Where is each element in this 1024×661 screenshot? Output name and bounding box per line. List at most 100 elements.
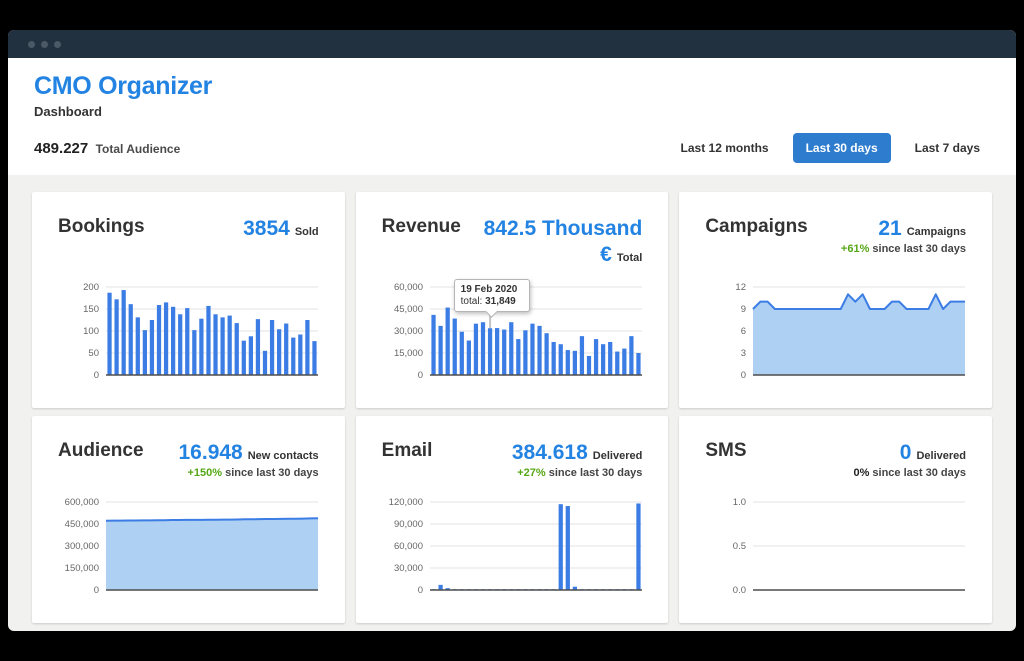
range-selector: Last 12 months Last 30 days Last 7 days [671, 133, 990, 163]
metric-unit: Delivered [916, 450, 966, 462]
axis-tick-label: 100 [83, 326, 99, 337]
axis-tick-label: 30,000 [394, 563, 423, 574]
window-dot-icon[interactable] [28, 40, 35, 48]
card-metrics: 842.5 Thousand € Total [461, 216, 643, 269]
window-dot-icon[interactable] [54, 40, 61, 48]
axis-tick-label: 120,000 [388, 497, 422, 508]
card-email: Email 384.618 Delivered +27% since last 30 … [355, 416, 669, 623]
card-header: Campaigns 21 Campaigns +61% since last 30 d… [705, 216, 966, 257]
card-metrics: 3854 Sold [243, 216, 319, 242]
page-subtitle: Dashboard [34, 104, 102, 119]
range-button-last-7-days[interactable]: Last 7 days [905, 133, 990, 163]
delta-value: +27% [517, 467, 546, 480]
metric-unit: New contacts [247, 450, 319, 462]
delta-value: 0% [853, 467, 870, 480]
card-header: Audience 16.948 New contacts +150% since la… [58, 440, 319, 481]
axis-tick-label: 15,000 [394, 348, 423, 359]
card-metrics: 384.618 Delivered +27% since last 30 days [512, 440, 642, 481]
card-sms: SMS 0 Delivered 0% since last 30 days 0.0 0.5… [679, 416, 992, 623]
card-header: Bookings 3854 Sold [58, 216, 319, 242]
chart-area-email: 0 30,000 60,000 90,000 120,000 [380, 494, 646, 609]
card-metrics: 0 Delivered 0% since last 30 days [853, 440, 966, 481]
chart-line[interactable]: 0.0 0.5 1.0 [703, 494, 969, 604]
axis-tick-label: 150,000 [65, 563, 99, 574]
axis-tick-label: 600,000 [65, 497, 99, 508]
delta-value: +61% [840, 243, 870, 256]
chart-bar[interactable]: 0 30,000 60,000 90,000 120,000 [380, 494, 646, 604]
metric-unit: Campaigns [906, 226, 966, 238]
tooltip-total: total: 31,849 [460, 296, 516, 307]
metric-value-email: 384.618 [511, 441, 588, 464]
card-campaigns: Campaigns 21 Campaigns +61% since last 30 d… [679, 192, 992, 408]
delta-line: +150% since last 30 days [179, 467, 319, 481]
axis-tick-label: 50 [88, 348, 99, 359]
card-title-audience: Audience [58, 440, 144, 461]
total-audience-stat: 489.227 Total Audience [34, 140, 180, 157]
chart-area-audience: 0 150,000 300,000 450,000 600,000 [56, 494, 322, 609]
total-audience-label: Total Audience [95, 141, 181, 156]
card-header: Revenue 842.5 Thousand € Total [382, 216, 643, 269]
chart-area[interactable]: 0 3 6 9 12 [703, 279, 969, 389]
dashboard-grid: Bookings 3854 Sold 0 50 100 150 200 Revenue 842.5… [8, 175, 1016, 631]
metric-value-sms: 0 [899, 441, 912, 464]
window-titlebar [8, 30, 1016, 58]
metric-unit: Delivered [592, 450, 643, 462]
axis-tick-label: 0 [741, 370, 746, 381]
delta-line: 0% since last 30 days [853, 467, 966, 481]
card-audience: Audience 16.948 New contacts +150% since la… [32, 416, 345, 623]
card-header: SMS 0 Delivered 0% since last 30 days [705, 440, 966, 481]
axis-tick-label: 30,000 [394, 326, 423, 337]
card-bookings: Bookings 3854 Sold 0 50 100 150 200 [32, 192, 345, 408]
axis-tick-label: 1.0 [733, 497, 746, 508]
card-title-sms: SMS [705, 440, 747, 461]
card-title-bookings: Bookings [58, 216, 145, 237]
chart-area-sms: 0.0 0.5 1.0 [703, 494, 969, 609]
axis-tick-label: 60,000 [394, 282, 423, 293]
card-header: Email 384.618 Delivered +27% since last 30 … [382, 440, 643, 481]
card-title-email: Email [381, 440, 433, 461]
axis-tick-label: 450,000 [65, 519, 99, 530]
metric-unit: Total [616, 252, 643, 265]
axis-tick-label: 150 [83, 304, 99, 315]
axis-tick-label: 6 [741, 326, 746, 337]
axis-tick-label: 3 [741, 348, 746, 359]
axis-tick-label: 45,000 [394, 304, 423, 315]
metric-value-bookings: 3854 [243, 217, 290, 240]
delta-line: +61% since last 30 days [841, 243, 966, 257]
card-title-revenue: Revenue [381, 216, 461, 237]
range-button-last-12-months[interactable]: Last 12 months [671, 133, 779, 163]
axis-tick-label: 200 [83, 282, 99, 293]
axis-tick-label: 0.5 [733, 541, 746, 552]
delta-suffix: since last 30 days [222, 467, 319, 480]
chart-area[interactable]: 0 150,000 300,000 450,000 600,000 [56, 494, 322, 604]
delta-suffix: since last 30 days [545, 467, 643, 480]
total-audience-value: 489.227 [34, 139, 89, 157]
card-metrics: 21 Campaigns +61% since last 30 days [841, 216, 966, 257]
delta-suffix: since last 30 days [869, 243, 966, 256]
card-metrics: 16.948 New contacts +150% since last 30 da… [179, 440, 319, 481]
card-title-campaigns: Campaigns [705, 216, 808, 237]
metric-value-campaigns: 21 [878, 217, 902, 240]
axis-tick-label: 0.0 [733, 585, 746, 596]
axis-tick-label: 0 [94, 370, 99, 381]
app-title: CMO Organizer [34, 72, 213, 100]
axis-tick-label: 0 [417, 585, 422, 596]
window-dot-icon[interactable] [41, 40, 48, 48]
chart-area-revenue: 0 15,000 30,000 45,000 60,000 19 Feb 2020 tota… [380, 279, 646, 394]
metric-value-audience: 16.948 [178, 441, 243, 464]
axis-tick-label: 300,000 [65, 541, 99, 552]
delta-line: +27% since last 30 days [512, 467, 642, 481]
chart-tooltip: 19 Feb 2020 total: 31,849 [453, 279, 530, 312]
chart-bar[interactable]: 0 50 100 150 200 [56, 279, 322, 389]
chart-area-bookings: 0 50 100 150 200 [56, 279, 322, 394]
axis-tick-label: 12 [736, 282, 747, 293]
delta-value: +150% [187, 467, 223, 480]
metric-unit: Sold [294, 226, 319, 238]
axis-tick-label: 60,000 [394, 541, 423, 552]
axis-tick-label: 9 [741, 304, 746, 315]
range-button-last-30-days[interactable]: Last 30 days [792, 133, 891, 163]
card-revenue: Revenue 842.5 Thousand € Total 0 15,000 30,00… [355, 192, 669, 408]
delta-suffix: since last 30 days [869, 467, 966, 480]
chart-area-campaigns: 0 3 6 9 12 [703, 279, 969, 394]
axis-tick-label: 90,000 [394, 519, 423, 530]
